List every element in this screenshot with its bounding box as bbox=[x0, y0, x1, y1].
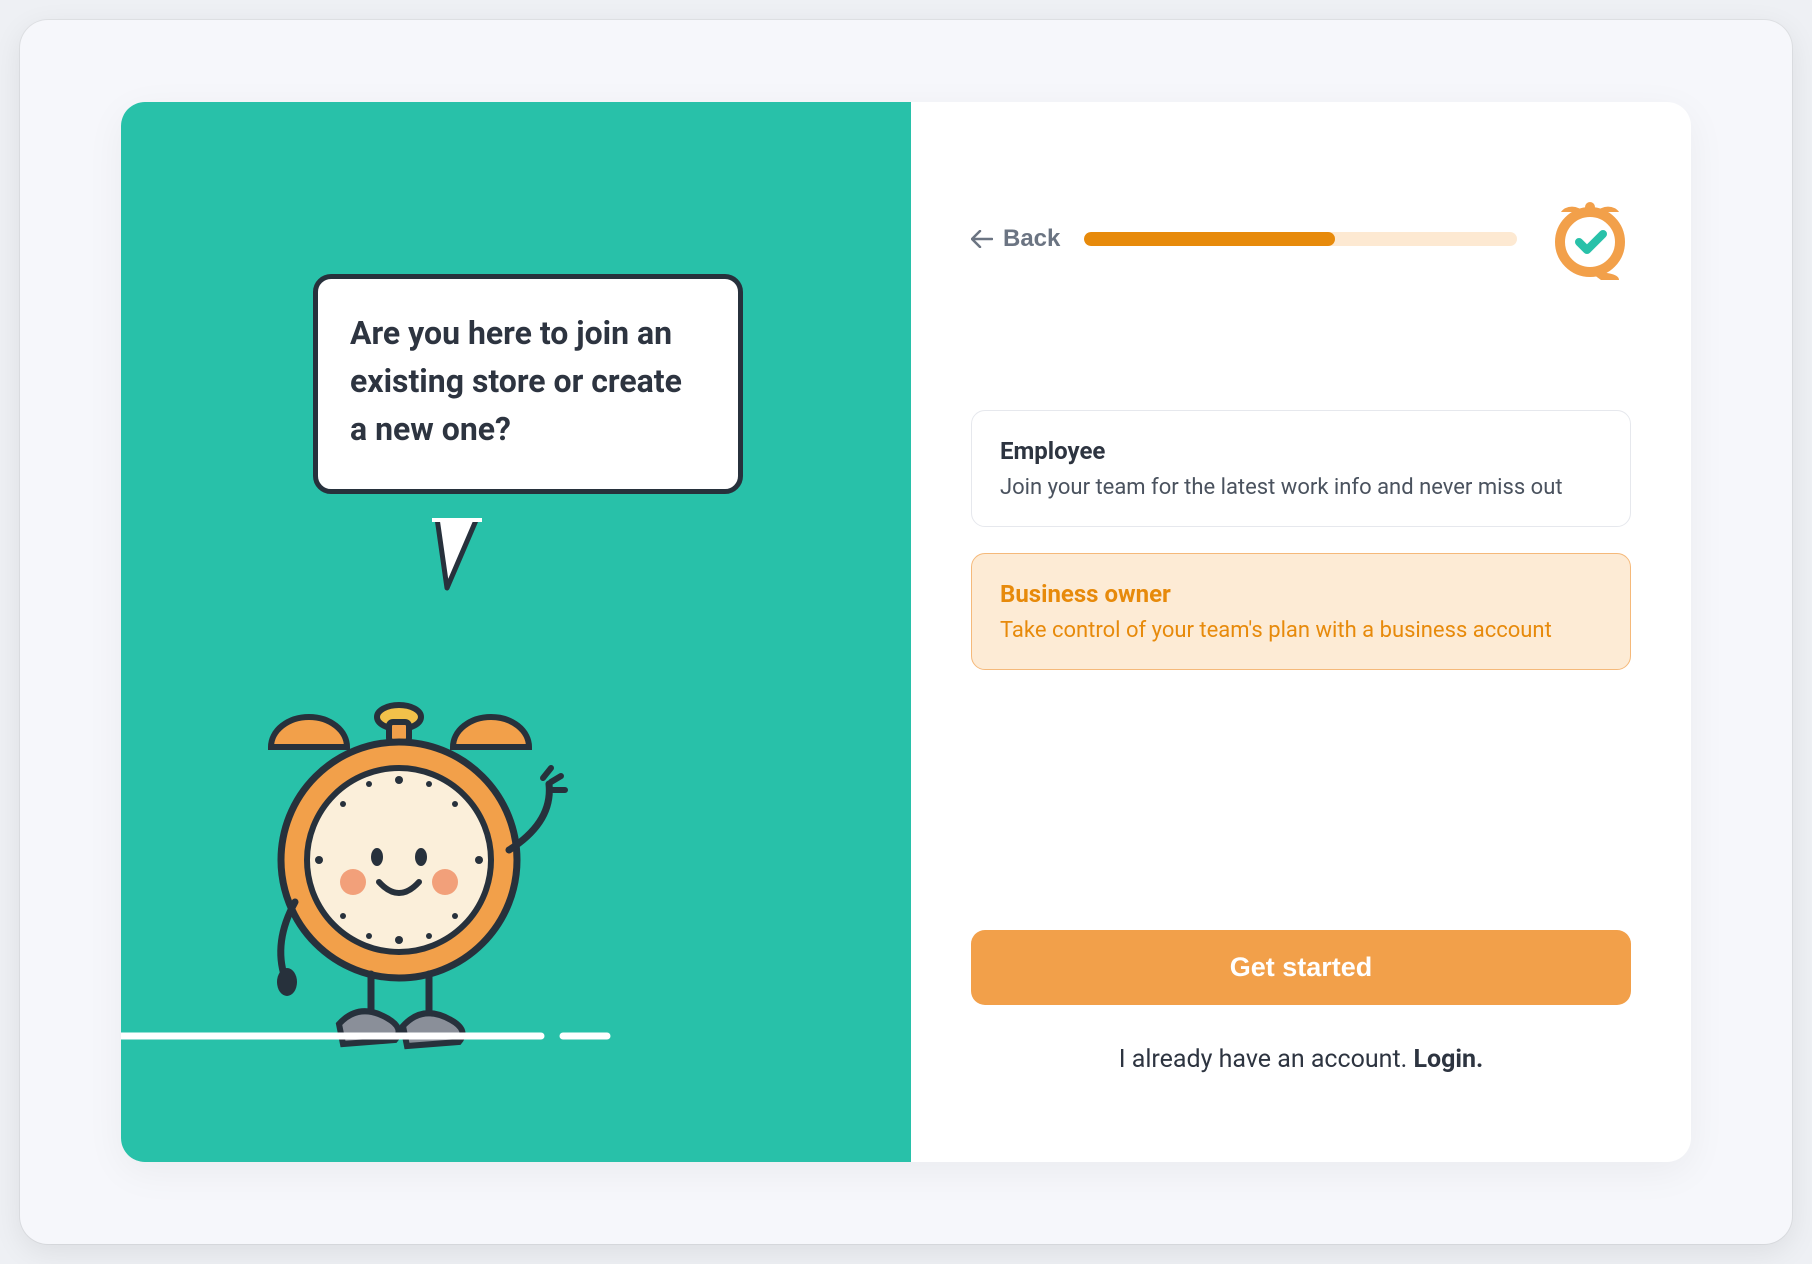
app-window: Are you here to join an existing store o… bbox=[20, 20, 1792, 1244]
login-link[interactable]: Login. bbox=[1413, 1045, 1483, 1074]
progress-fill bbox=[1084, 232, 1335, 246]
header-row: Back bbox=[971, 198, 1631, 280]
progress-bar bbox=[1084, 232, 1517, 246]
app-logo-icon bbox=[1549, 198, 1631, 280]
option-desc: Join your team for the latest work info … bbox=[1000, 475, 1602, 500]
login-row: I already have an account. Login. bbox=[1119, 1045, 1484, 1074]
speech-bubble-text: Are you here to join an existing store o… bbox=[350, 314, 682, 448]
arrow-left-icon bbox=[971, 230, 993, 248]
footer: Get started I already have an account. L… bbox=[971, 930, 1631, 1102]
speech-bubble: Are you here to join an existing store o… bbox=[313, 274, 743, 494]
ground-line bbox=[121, 1032, 911, 1040]
option-title: Employee bbox=[1000, 437, 1602, 465]
illustration-panel: Are you here to join an existing store o… bbox=[121, 102, 911, 1162]
login-prefix: I already have an account. bbox=[1119, 1045, 1414, 1074]
clock-mascot-icon bbox=[231, 682, 591, 1082]
get-started-button[interactable]: Get started bbox=[971, 930, 1631, 1005]
option-title: Business owner bbox=[1000, 580, 1602, 608]
role-options: Employee Join your team for the latest w… bbox=[971, 410, 1631, 670]
option-desc: Take control of your team's plan with a … bbox=[1000, 618, 1602, 643]
form-panel: Back Employee Join your team for t bbox=[911, 102, 1691, 1162]
speech-bubble-tail bbox=[427, 518, 487, 598]
back-button-label: Back bbox=[1003, 225, 1060, 253]
onboarding-card: Are you here to join an existing store o… bbox=[121, 102, 1691, 1162]
back-button[interactable]: Back bbox=[971, 225, 1060, 253]
option-employee[interactable]: Employee Join your team for the latest w… bbox=[971, 410, 1631, 527]
option-business-owner[interactable]: Business owner Take control of your team… bbox=[971, 553, 1631, 670]
primary-button-label: Get started bbox=[1230, 952, 1373, 982]
